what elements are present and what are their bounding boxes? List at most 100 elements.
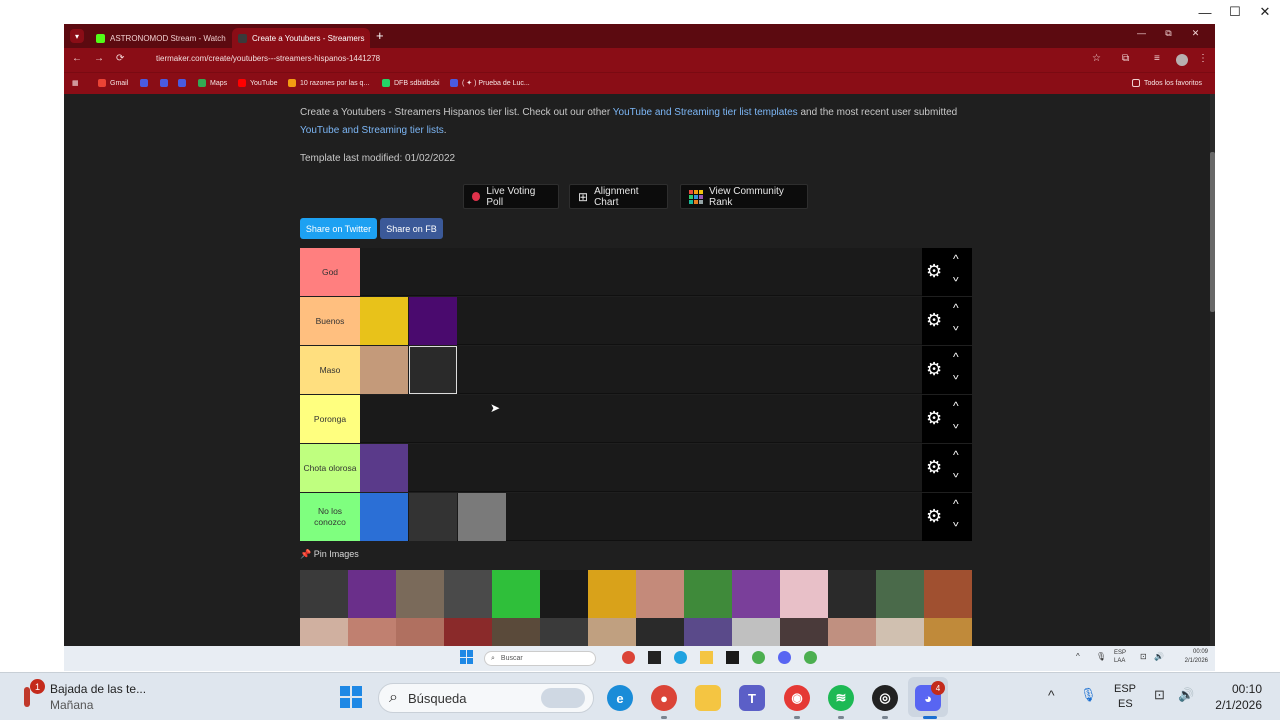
live-voting-button[interactable]: Live Voting Poll	[463, 184, 559, 209]
tier-item-image[interactable]	[360, 493, 408, 541]
tab-tiermaker[interactable]: Create a Youtubers - Streamers ✕	[232, 28, 370, 48]
pool-image[interactable]	[444, 570, 492, 618]
pool-image[interactable]	[540, 618, 588, 646]
edge-icon[interactable]	[674, 651, 687, 664]
bookmark-icon-only[interactable]	[160, 79, 172, 87]
chevron-up-icon[interactable]: ^	[953, 301, 959, 315]
folder-icon[interactable]	[700, 651, 713, 664]
pool-image[interactable]	[348, 618, 396, 646]
obs-icon[interactable]: ◎	[872, 685, 898, 711]
lang-top[interactable]: ESP	[1114, 683, 1136, 695]
share-twitter-button[interactable]: Share on Twitter	[300, 218, 377, 239]
pool-image[interactable]	[684, 570, 732, 618]
chevron-up-icon[interactable]: ^	[953, 448, 959, 462]
pool-image[interactable]	[492, 618, 540, 646]
scrollbar-thumb[interactable]	[1210, 152, 1215, 312]
pool-image[interactable]	[492, 570, 540, 618]
back-button[interactable]: ←	[72, 53, 82, 64]
templates-link[interactable]: YouTube and Streaming tier list template…	[613, 107, 798, 118]
windows-start-icon[interactable]	[340, 686, 362, 708]
chevron-down-icon[interactable]: ^	[953, 515, 959, 529]
tier-label[interactable]: God	[300, 248, 360, 296]
forward-button[interactable]: →	[94, 53, 104, 64]
pool-image[interactable]	[588, 618, 636, 646]
teams-icon[interactable]: T	[739, 685, 765, 711]
pool-image[interactable]	[636, 618, 684, 646]
bookmark-prueba[interactable]: ( ✦ ) Prueba de Luc...	[450, 79, 530, 87]
restore-button[interactable]: ⧉	[1155, 28, 1182, 39]
close-icon[interactable]: ✕	[226, 33, 228, 44]
tier-item-image[interactable]	[409, 346, 457, 394]
chrome-icon[interactable]	[804, 651, 817, 664]
pool-image[interactable]	[588, 570, 636, 618]
scrollbar[interactable]	[1210, 94, 1215, 646]
edge-icon[interactable]: e	[607, 685, 633, 711]
discord-icon[interactable]	[778, 651, 791, 664]
pool-image[interactable]	[684, 618, 732, 646]
chevron-down-icon[interactable]: ^	[953, 270, 959, 284]
pool-image[interactable]	[444, 618, 492, 646]
tier-label[interactable]: No los conozco	[300, 493, 360, 541]
notification-title[interactable]: Bajada de las te...	[50, 682, 146, 696]
menu-icon[interactable]: ⋮	[1198, 53, 1208, 64]
chevron-down-icon[interactable]: ^	[953, 466, 959, 480]
pool-image[interactable]	[924, 618, 972, 646]
pool-image[interactable]	[780, 618, 828, 646]
address-bar[interactable]: tiermaker.com/create/youtubers---streame…	[156, 54, 380, 63]
clock-date[interactable]: 2/1/2026	[1206, 698, 1262, 712]
bookmark-razones[interactable]: 10 razones por las q...	[288, 79, 369, 87]
star-icon[interactable]: ☆	[1092, 53, 1101, 64]
tier-item-image[interactable]	[360, 346, 408, 394]
tier-item-image[interactable]	[360, 297, 408, 345]
chevron-down-icon[interactable]: ^	[953, 417, 959, 431]
bookmark-icon-only[interactable]	[140, 79, 152, 87]
gear-icon[interactable]: ⚙	[926, 262, 942, 280]
epic-icon[interactable]	[648, 651, 661, 664]
minimize-button[interactable]: —	[1128, 28, 1155, 39]
pool-image[interactable]	[732, 618, 780, 646]
davinci-icon[interactable]: ◉	[784, 685, 810, 711]
clock-time[interactable]: 00:10	[1206, 682, 1262, 696]
pool-image[interactable]	[348, 570, 396, 618]
chrome-icon[interactable]	[752, 651, 765, 664]
bookmark-gmail[interactable]: Gmail	[98, 79, 128, 87]
tier-label[interactable]: Chota olorosa	[300, 444, 360, 492]
pool-image[interactable]	[780, 570, 828, 618]
pool-image[interactable]	[540, 570, 588, 618]
gear-icon[interactable]: ⚙	[926, 507, 942, 525]
reading-list-icon[interactable]: ≡	[1154, 53, 1160, 64]
gear-icon[interactable]: ⚙	[926, 409, 942, 427]
close-icon[interactable]: ✕	[365, 33, 370, 44]
chevron-up-icon[interactable]: ^	[1076, 652, 1080, 661]
tier-label[interactable]: Poronga	[300, 395, 360, 443]
tier-item-image[interactable]	[409, 493, 457, 541]
tier-label[interactable]: Maso	[300, 346, 360, 394]
apps-icon[interactable]: ▦	[72, 79, 79, 87]
chrome-icon[interactable]	[622, 651, 635, 664]
pool-image[interactable]	[732, 570, 780, 618]
new-tab-button[interactable]: +	[376, 28, 384, 43]
mini-lang[interactable]: ESP LAA	[1114, 649, 1126, 665]
tier-item-image[interactable]	[360, 444, 408, 492]
bookmark-youtube[interactable]: YouTube	[238, 79, 278, 87]
tier-label[interactable]: Buenos	[300, 297, 360, 345]
pin-images-toggle[interactable]: 📌 Pin Images	[300, 549, 359, 560]
gear-icon[interactable]: ⚙	[926, 360, 942, 378]
user-lists-link[interactable]: YouTube and Streaming tier lists	[300, 125, 444, 136]
gear-icon[interactable]: ⚙	[926, 458, 942, 476]
volume-icon[interactable]: 🔊	[1178, 687, 1194, 703]
chevron-down-icon[interactable]: ^	[953, 319, 959, 333]
gear-icon[interactable]: ⚙	[926, 311, 942, 329]
weather-widget[interactable]: 1	[20, 679, 45, 711]
pool-image[interactable]	[828, 618, 876, 646]
volume-icon[interactable]: 🔊	[1154, 652, 1164, 661]
bookmark-maps[interactable]: Maps	[198, 79, 227, 87]
pool-image[interactable]	[300, 570, 348, 618]
network-icon[interactable]: ⊡	[1154, 687, 1165, 703]
chevron-up-icon[interactable]: ^	[953, 252, 959, 266]
bookmark-dfb[interactable]: DFB sdbidbsbi	[382, 79, 440, 87]
close-button[interactable]: ✕	[1182, 28, 1209, 39]
chevron-up-icon[interactable]: ^	[953, 497, 959, 511]
terminal-icon[interactable]	[726, 651, 739, 664]
alignment-chart-button[interactable]: ⊞ Alignment Chart	[569, 184, 668, 209]
